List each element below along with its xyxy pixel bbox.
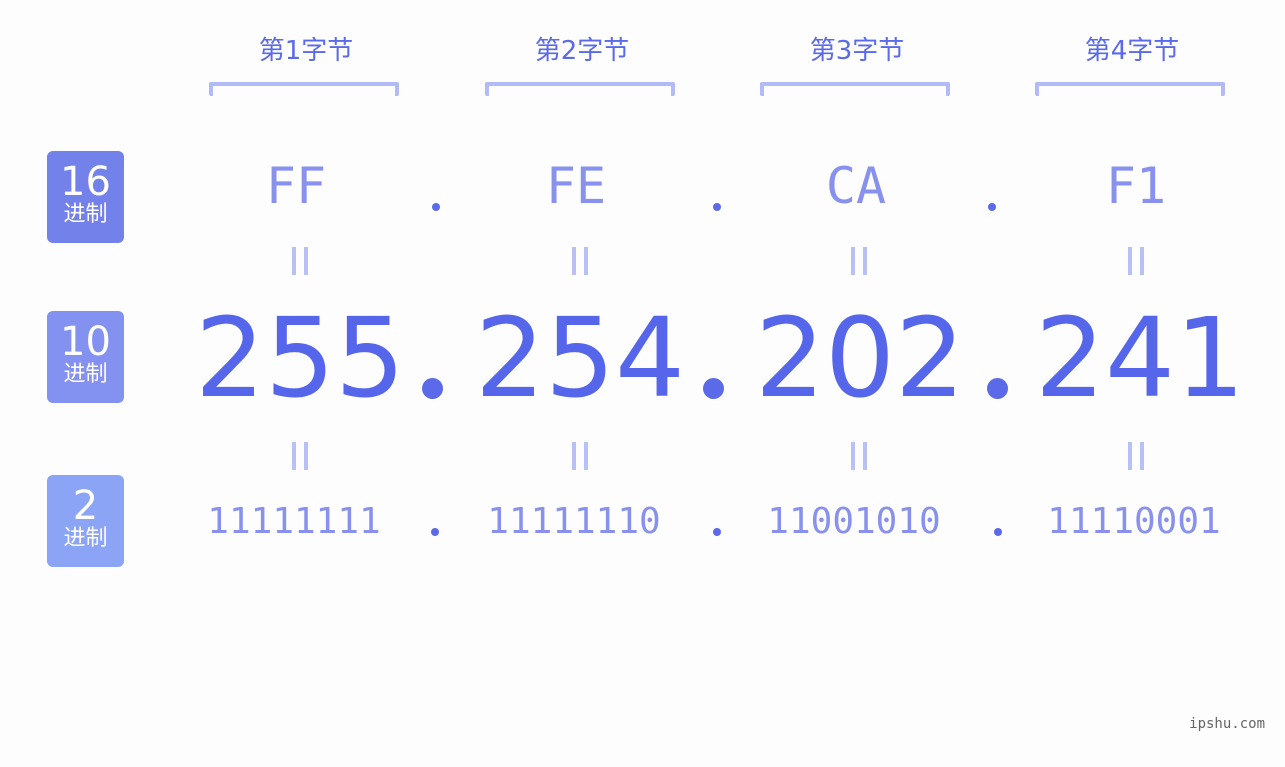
binary-badge: 2 进制 (47, 475, 124, 567)
hex-byte-1: FF (265, 157, 327, 215)
decimal-byte-2: 254 (475, 294, 685, 422)
decimal-badge-label: 进制 (63, 362, 108, 387)
hex-separator-dot (713, 203, 721, 211)
decimal-separator-dot (422, 378, 443, 399)
hex-byte-3: CA (825, 157, 887, 215)
byte-1-bracket (209, 82, 399, 96)
equals-icon (572, 442, 588, 470)
byte-3-header: 第3字节 (809, 36, 905, 66)
hex-badge-number: 16 (60, 159, 111, 205)
byte-1-header: 第1字节 (258, 36, 354, 66)
hex-badge: 16 进制 (47, 151, 124, 243)
equals-icon (1128, 247, 1144, 275)
hex-badge-label: 进制 (63, 202, 108, 227)
hex-separator-dot (988, 203, 996, 211)
binary-byte-3: 11001010 (767, 501, 941, 542)
decimal-badge-number: 10 (60, 319, 111, 365)
byte-2-bracket (485, 82, 675, 96)
site-watermark: ipshu.com (1189, 716, 1265, 732)
decimal-separator-dot (703, 378, 724, 399)
hex-byte-4: F1 (1105, 157, 1167, 215)
equals-icon (572, 247, 588, 275)
byte-3-bracket (760, 82, 950, 96)
binary-separator-dot (431, 528, 439, 536)
byte-4-header: 第4字节 (1084, 36, 1180, 66)
decimal-byte-4: 241 (1035, 294, 1245, 422)
equals-icon (292, 442, 308, 470)
hex-byte-2: FE (545, 157, 607, 215)
byte-2-header: 第2字节 (534, 36, 630, 66)
binary-badge-label: 进制 (63, 526, 108, 551)
equals-icon (1128, 442, 1144, 470)
decimal-byte-3: 202 (755, 294, 965, 422)
equals-icon (292, 247, 308, 275)
equals-icon (851, 442, 867, 470)
decimal-separator-dot (987, 378, 1008, 399)
equals-icon (851, 247, 867, 275)
binary-separator-dot (713, 528, 721, 536)
binary-byte-2: 11111110 (487, 501, 661, 542)
binary-separator-dot (994, 528, 1002, 536)
decimal-byte-1: 255 (195, 294, 405, 422)
binary-byte-1: 11111111 (207, 501, 381, 542)
binary-byte-4: 11110001 (1047, 501, 1221, 542)
decimal-badge: 10 进制 (47, 311, 124, 403)
hex-separator-dot (432, 203, 440, 211)
byte-4-bracket (1035, 82, 1225, 96)
binary-badge-number: 2 (72, 483, 99, 529)
